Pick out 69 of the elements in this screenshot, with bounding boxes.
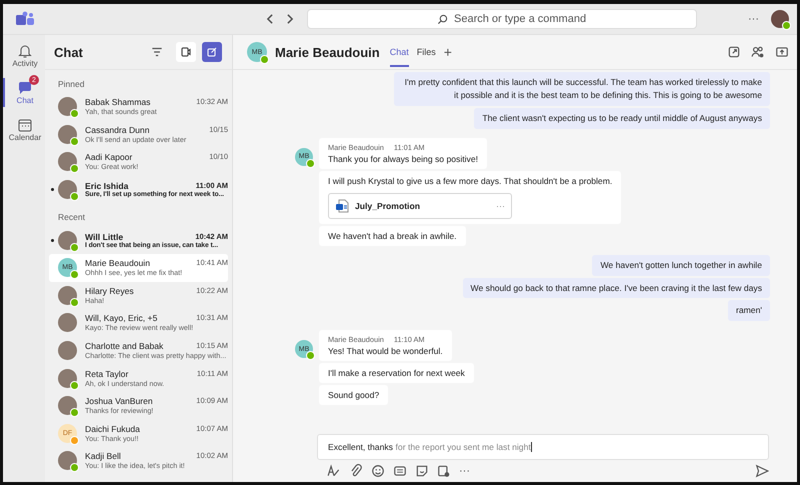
contact-name: Cassandra Dunn	[85, 124, 150, 135]
add-tab-button[interactable]: +	[444, 44, 452, 60]
contact-name: Daichi Fukuda	[85, 424, 140, 434]
message-text: Yes! That would be wonderful.	[328, 346, 443, 356]
tab[interactable]: Chat	[390, 37, 409, 67]
emoji-icon[interactable]	[371, 464, 385, 478]
share-screen-icon[interactable]	[775, 45, 789, 59]
section-label: Pinned	[57, 78, 86, 91]
rail-item[interactable]: Calendar	[3, 115, 45, 144]
pop-out-icon[interactable]	[727, 45, 741, 59]
app-logo-icon	[15, 11, 35, 27]
meet-now-button[interactable]	[176, 42, 196, 62]
send-icon[interactable]	[755, 464, 769, 478]
message-text: I'll make a reservation for next week	[328, 368, 465, 378]
paperclip-icon[interactable]	[349, 464, 363, 478]
sticker-icon[interactable]	[415, 464, 429, 478]
sent-message: The client wasn't expecting us to be ready until middle of August anyways	[474, 108, 770, 129]
filter-icon[interactable]	[150, 45, 164, 59]
message-text: Thank you for always being so positive!	[328, 154, 478, 164]
contact-name: Joshua VanBuren	[85, 396, 153, 406]
sent-message: ramen'	[728, 300, 770, 322]
avatar-placeholder	[58, 313, 77, 332]
message-text: Sound good?	[328, 390, 380, 400]
video-camera-icon	[180, 46, 192, 58]
more-options-button[interactable]: ···	[459, 465, 470, 477]
contact-name: Babak Shammas	[85, 97, 150, 108]
conversation-title: Marie Beaudouin	[275, 44, 380, 60]
contact-name: Eric Ishida	[85, 181, 128, 192]
file-attachment[interactable]: July_Promotion ···	[328, 192, 512, 219]
rail-item[interactable]: Activity	[3, 41, 45, 70]
more-options-button[interactable]: ···	[496, 200, 505, 211]
people-settings-icon[interactable]	[751, 45, 765, 59]
message-input-field[interactable]: Excellent, thanks for the report you sent me last night	[317, 434, 769, 460]
presence-icon	[782, 21, 791, 30]
avatar-placeholder	[58, 341, 77, 360]
schedule-icon[interactable]	[437, 464, 451, 478]
contact-name: Hilary Reyes	[85, 286, 134, 296]
sent-message: We should go back to that ramne place. I've been craving it the last few days	[462, 278, 770, 298]
contact-name: Will, Kayo, Eric, +5	[85, 313, 158, 324]
chat-bubble-icon	[17, 80, 33, 96]
format-icon[interactable]	[327, 464, 341, 478]
contact-name: Aadi Kapoor	[85, 152, 132, 162]
section-label: Recent	[57, 211, 86, 224]
chat-list-title: Chat	[54, 44, 84, 60]
contact-name: Will Little	[85, 232, 124, 242]
more-options-button[interactable]: ···	[748, 13, 759, 25]
presence-icon	[306, 351, 315, 360]
contact-name: Marie Beaudouin	[85, 258, 150, 268]
message-text: We haven't had a break in awhile.	[328, 230, 457, 241]
search-field[interactable]: Search or type a command	[307, 9, 697, 29]
sent-message: I'm pretty confident that this launch will be successful. The team has worked tirelessly to make it possible and it is the best team to be defining this. This is going to be awesome	[394, 72, 770, 106]
unread-dot-icon	[51, 188, 54, 192]
tab[interactable]: Files	[416, 37, 436, 67]
unread-dot-icon	[51, 238, 54, 242]
contact-name: Kadji Bell	[85, 451, 121, 462]
new-chat-button[interactable]	[202, 42, 222, 62]
gif-icon[interactable]	[393, 464, 407, 478]
calendar-icon	[17, 117, 33, 133]
contact-name: Charlotte and Babak	[85, 341, 164, 352]
contact-name: Reta Taylor	[85, 368, 128, 379]
file-name: July_Promotion	[355, 200, 421, 211]
sent-message: We haven't gotten lunch together in awhile	[592, 254, 770, 276]
bell-icon	[17, 43, 33, 59]
presence-icon	[306, 158, 315, 168]
word-document-icon	[335, 198, 349, 213]
compose-icon	[206, 46, 218, 58]
search-icon	[437, 14, 448, 25]
message-text: I will push Krystal to give us a few more days. That shouldn't be a problem.	[328, 176, 612, 186]
profile-avatar[interactable]	[771, 10, 789, 28]
